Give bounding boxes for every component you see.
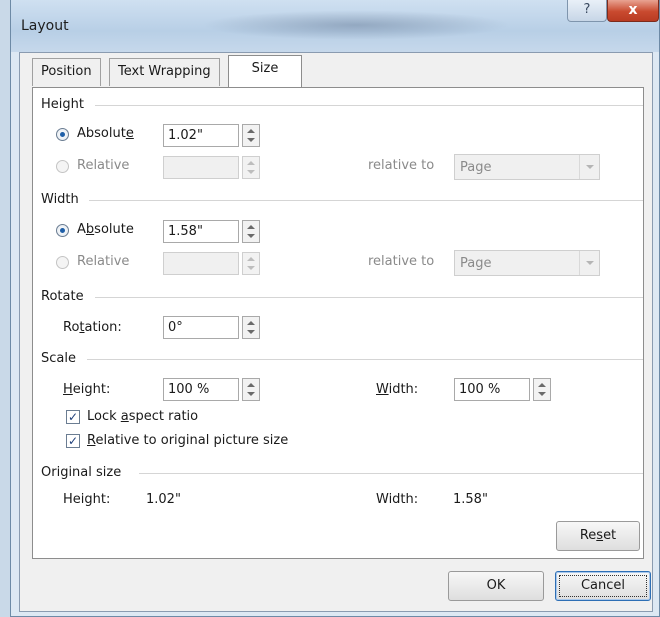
height-relative-to-label: relative to xyxy=(368,158,435,173)
spin-up-icon[interactable] xyxy=(247,321,255,325)
chevron-down-icon[interactable] xyxy=(579,251,599,275)
rotation-input[interactable]: 0° xyxy=(163,316,239,339)
width-absolute-spinner[interactable] xyxy=(242,220,260,243)
scale-width-input[interactable]: 100 % xyxy=(454,378,530,401)
height-relative-input[interactable] xyxy=(163,156,239,179)
relative-original-checkbox[interactable]: ✓ xyxy=(66,434,80,448)
help-button[interactable]: ? xyxy=(567,0,607,22)
spin-down-icon[interactable] xyxy=(247,170,255,174)
width-absolute-radio[interactable] xyxy=(56,224,69,237)
help-icon: ? xyxy=(583,2,591,17)
width-relative-to-select[interactable]: Page xyxy=(454,250,600,276)
lock-aspect-checkbox[interactable]: ✓ xyxy=(66,410,80,424)
scale-height-spinner[interactable] xyxy=(242,378,260,401)
width-relative-to-label: relative to xyxy=(368,254,435,269)
tab-text-wrapping[interactable]: Text Wrapping xyxy=(109,58,220,86)
rotation-spinner[interactable] xyxy=(242,316,260,339)
spin-down-icon[interactable] xyxy=(247,234,255,238)
rotation-value: 0° xyxy=(168,320,183,335)
tab-size-label: Size xyxy=(251,61,279,76)
original-size-section-label: Original size xyxy=(41,465,122,480)
height-absolute-input[interactable]: 1.02" xyxy=(163,124,239,147)
width-absolute-label: Absolute xyxy=(77,222,134,237)
spin-up-icon[interactable] xyxy=(247,257,255,261)
width-relative-spinner[interactable] xyxy=(242,252,260,275)
width-section-label: Width xyxy=(41,192,79,207)
tab-size[interactable]: Size xyxy=(228,55,302,88)
original-width-label: Width: xyxy=(376,492,419,507)
size-panel: Height Absolute 1.02" Relative relative … xyxy=(32,87,644,559)
checkmark-icon: ✓ xyxy=(67,434,79,448)
checkmark-icon: ✓ xyxy=(67,410,79,424)
scale-width-label: Width: xyxy=(376,382,419,397)
height-absolute-value: 1.02" xyxy=(168,128,203,143)
tab-position-label: Position xyxy=(41,64,92,79)
rotate-section-label: Rotate xyxy=(41,289,84,304)
title-bar: Layout ? x xyxy=(11,0,659,52)
original-height-value: 1.02" xyxy=(146,492,181,507)
spin-down-icon[interactable] xyxy=(247,266,255,270)
original-height-label: Height: xyxy=(63,492,111,507)
scale-width-value: 100 % xyxy=(459,382,501,397)
close-button[interactable]: x xyxy=(607,0,659,22)
scale-height-label: Height: xyxy=(63,382,111,397)
cancel-button[interactable]: Cancel xyxy=(555,571,651,601)
rotate-divider xyxy=(95,297,643,298)
scale-height-input[interactable]: 100 % xyxy=(163,378,239,401)
reset-button[interactable]: Reset xyxy=(556,521,640,551)
window-title: Layout xyxy=(21,18,69,34)
focus-rect xyxy=(559,575,647,597)
scale-width-spinner[interactable] xyxy=(533,378,551,401)
spin-down-icon[interactable] xyxy=(247,392,255,396)
relative-original-label: Relative to original picture size xyxy=(87,433,289,448)
width-relative-label: Relative xyxy=(77,254,130,269)
height-absolute-spinner[interactable] xyxy=(242,124,260,147)
height-divider xyxy=(95,105,643,106)
width-absolute-input[interactable]: 1.58" xyxy=(163,220,239,243)
chevron-down-icon[interactable] xyxy=(579,155,599,179)
close-icon: x xyxy=(628,2,638,18)
height-relative-label: Relative xyxy=(77,158,130,173)
width-absolute-value: 1.58" xyxy=(168,224,203,239)
height-relative-to-select[interactable]: Page xyxy=(454,154,600,180)
dialog-client: Position Text Wrapping Size Height Absol… xyxy=(19,52,653,612)
tab-text-wrapping-label: Text Wrapping xyxy=(118,64,211,79)
spin-down-icon[interactable] xyxy=(247,330,255,334)
original-size-divider xyxy=(139,473,643,474)
width-relative-radio[interactable] xyxy=(56,256,69,269)
spin-up-icon[interactable] xyxy=(247,383,255,387)
blurred-title-region xyxy=(201,10,511,40)
spin-down-icon[interactable] xyxy=(538,392,546,396)
scale-divider xyxy=(87,359,643,360)
lock-aspect-label: Lock aspect ratio xyxy=(87,409,199,424)
spin-up-icon[interactable] xyxy=(538,383,546,387)
height-absolute-label: Absolute xyxy=(77,126,134,141)
scale-section-label: Scale xyxy=(41,351,76,366)
height-absolute-radio[interactable] xyxy=(56,128,69,141)
spin-up-icon[interactable] xyxy=(247,225,255,229)
tab-position[interactable]: Position xyxy=(32,58,101,86)
height-relative-radio[interactable] xyxy=(56,160,69,173)
height-relative-spinner[interactable] xyxy=(242,156,260,179)
width-divider xyxy=(89,200,643,201)
ok-button[interactable]: OK xyxy=(448,571,544,601)
spin-up-icon[interactable] xyxy=(247,129,255,133)
height-section-label: Height xyxy=(41,97,84,112)
original-width-value: 1.58" xyxy=(453,492,488,507)
scale-height-value: 100 % xyxy=(168,382,210,397)
spin-down-icon[interactable] xyxy=(247,138,255,142)
rotation-label: Rotation: xyxy=(63,320,122,335)
width-relative-input[interactable] xyxy=(163,252,239,275)
layout-dialog: Layout ? x Position Text Wrapping Size H… xyxy=(10,0,660,617)
spin-up-icon[interactable] xyxy=(247,161,255,165)
